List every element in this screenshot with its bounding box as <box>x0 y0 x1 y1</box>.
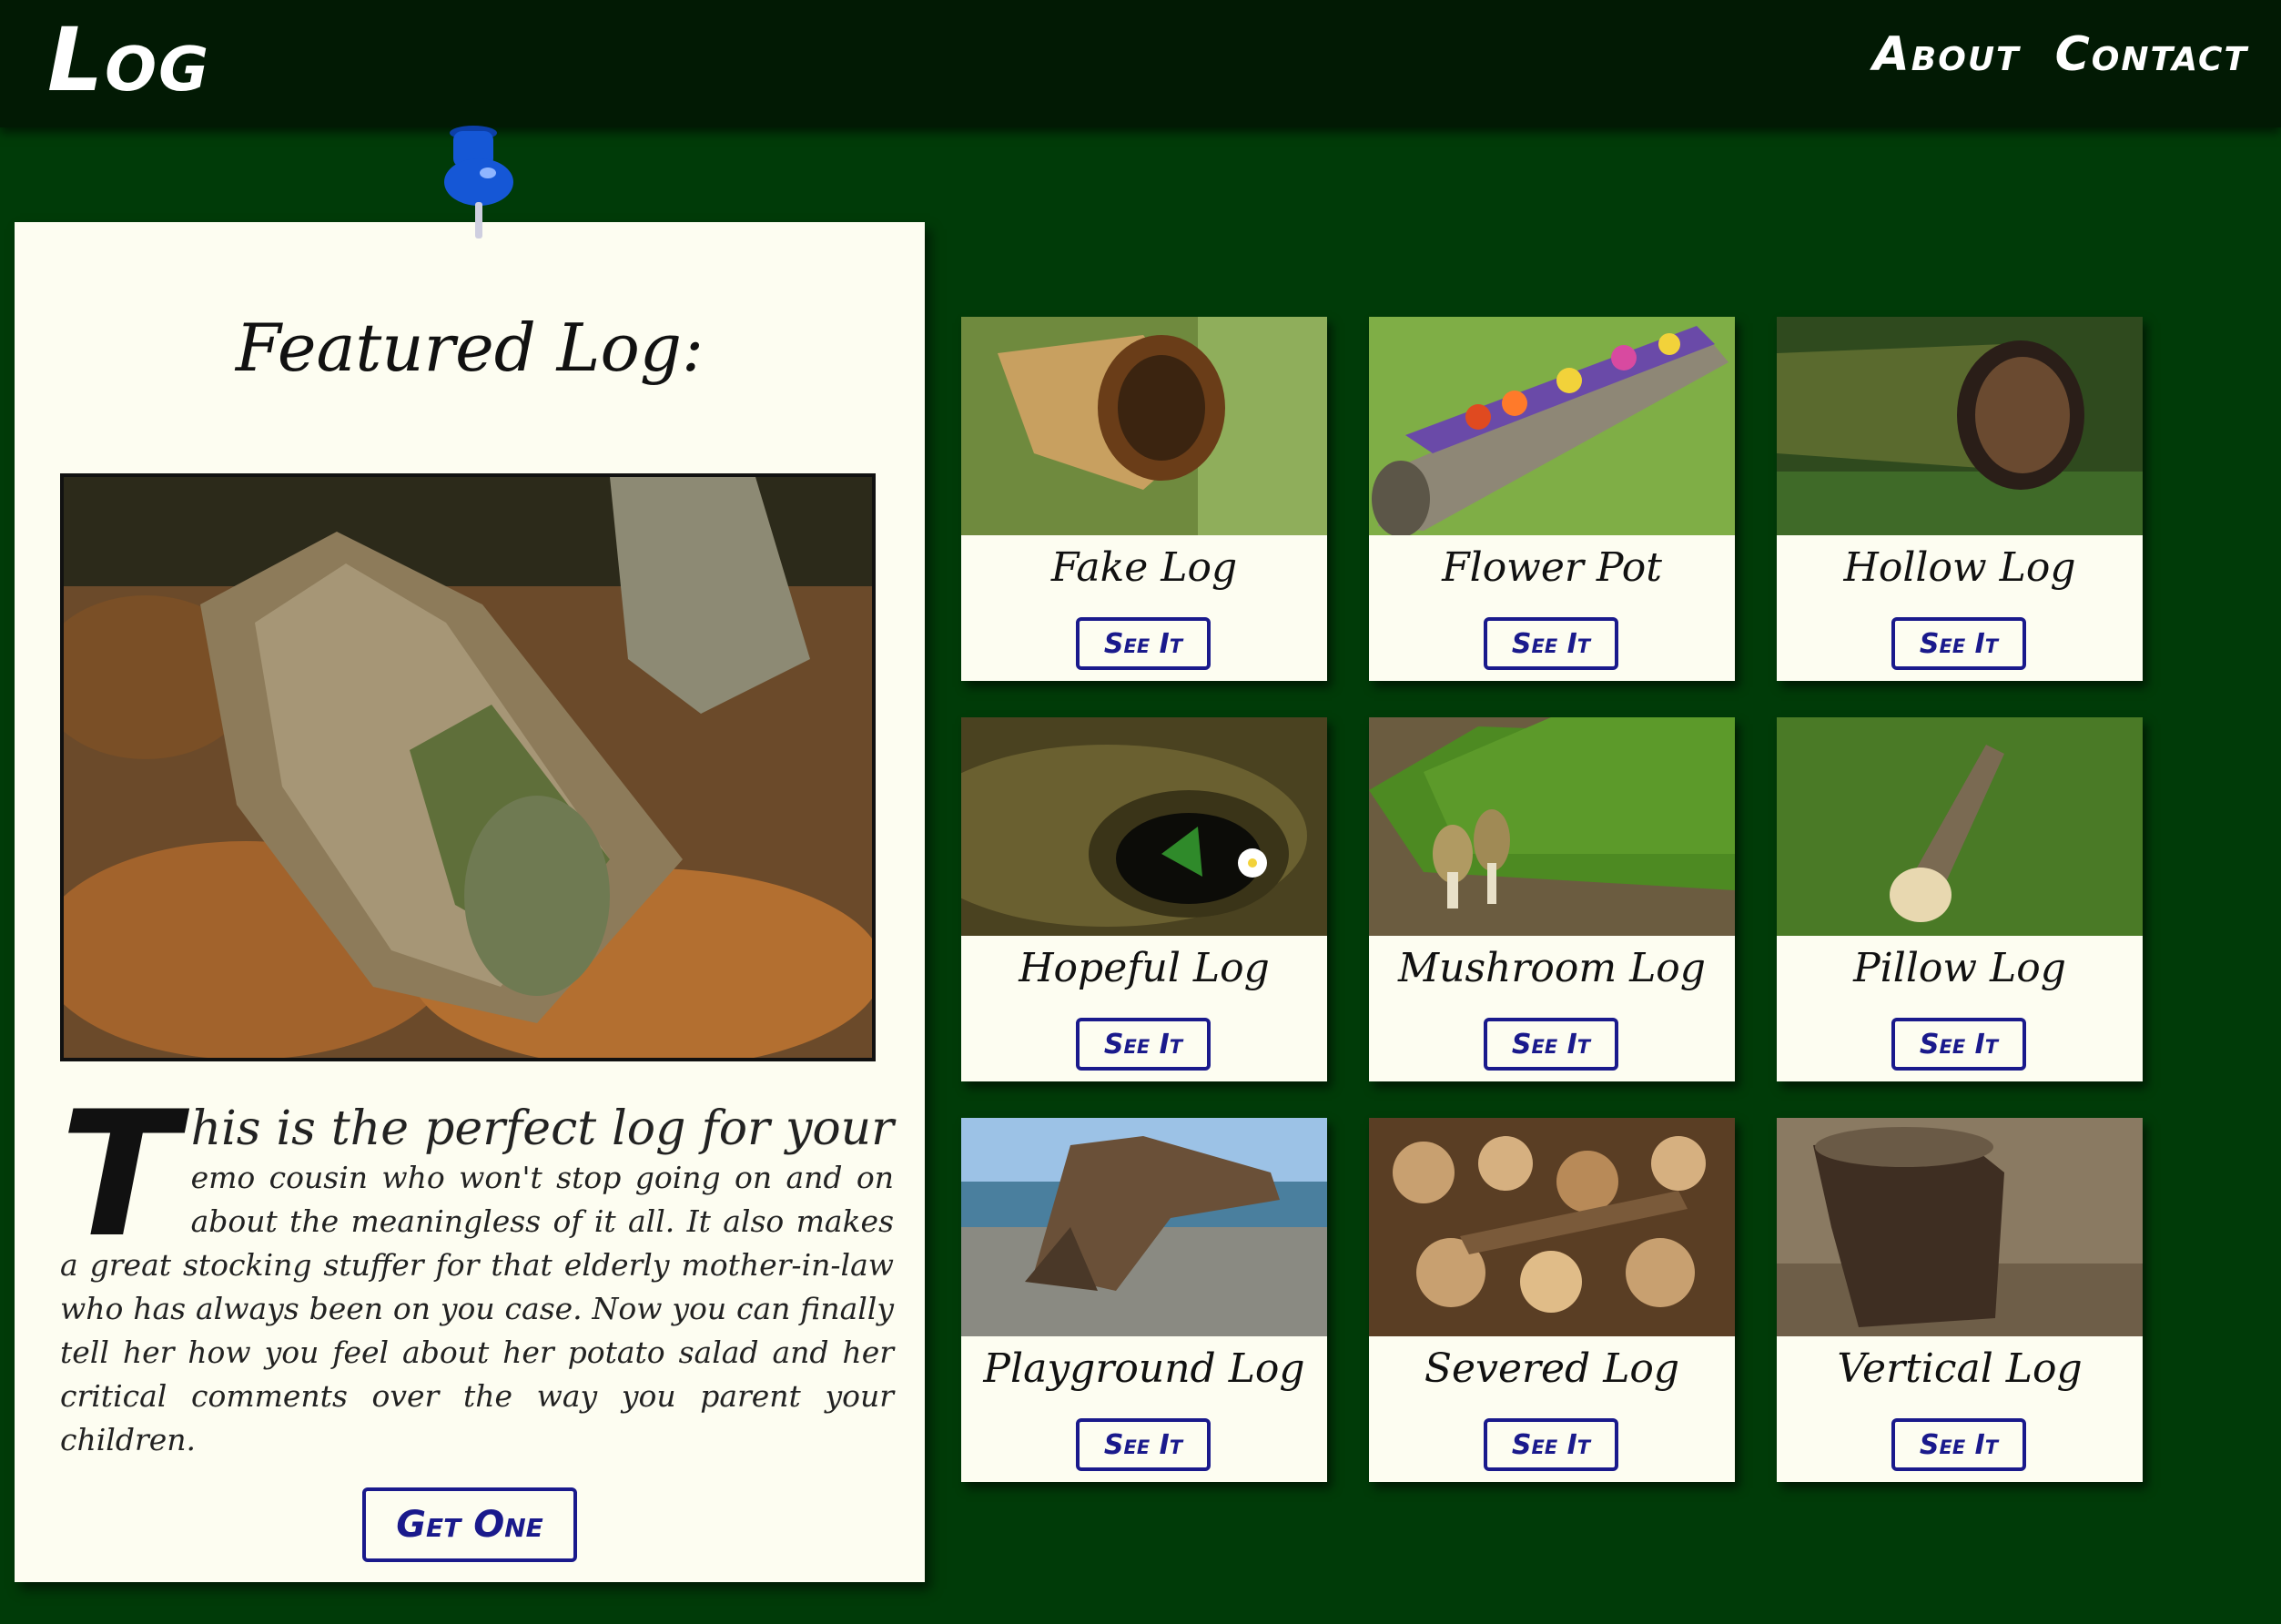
card-flower-pot-image <box>1369 317 1735 535</box>
card-hopeful-log: Hopeful Log See It <box>961 717 1327 1081</box>
push-pin-icon <box>430 126 530 244</box>
card-hollow-log: Hollow Log See It <box>1777 317 2143 681</box>
card-hollow-log-image <box>1777 317 2143 535</box>
card-title: Mushroom Log <box>1398 945 1706 991</box>
card-hopeful-log-image <box>961 717 1327 936</box>
card-playground-log-image <box>961 1118 1327 1336</box>
card-pillow-log-image <box>1777 717 2143 936</box>
get-one-button[interactable]: Get One <box>362 1487 577 1562</box>
card-title: Hollow Log <box>1843 544 2076 591</box>
card-title: Pillow Log <box>1853 945 2066 991</box>
drop-cap: T <box>60 1074 178 1275</box>
card-title: Hopeful Log <box>1019 945 1270 991</box>
card-title: Playground Log <box>983 1345 1305 1392</box>
see-it-button[interactable]: See It <box>1484 1418 1618 1471</box>
card-title: Fake Log <box>1050 544 1238 591</box>
site-logo[interactable]: Log <box>47 9 210 111</box>
card-title: Vertical Log <box>1837 1345 2083 1392</box>
card-vertical-log-image <box>1777 1118 2143 1336</box>
card-playground-log: Playground Log See It <box>961 1118 1327 1482</box>
card-fake-log: Fake Log See It <box>961 317 1327 681</box>
site-header: Log About Contact <box>0 0 2281 127</box>
see-it-button[interactable]: See It <box>1891 1418 2026 1471</box>
card-title: Flower Pot <box>1442 544 1662 591</box>
featured-log-photo <box>60 473 876 1061</box>
featured-title: Featured Log: <box>235 310 705 386</box>
see-it-button[interactable]: See It <box>1076 1418 1211 1471</box>
card-mushroom-log: Mushroom Log See It <box>1369 717 1735 1081</box>
card-flower-pot: Flower Pot See It <box>1369 317 1735 681</box>
see-it-button[interactable]: See It <box>1891 617 2026 670</box>
featured-log-card: Featured Log: T his is the perfect log f… <box>15 222 925 1582</box>
card-severed-log-image <box>1369 1118 1735 1336</box>
featured-body: emo cousin who won't stop going on and o… <box>60 1160 894 1457</box>
nav-contact-link[interactable]: Contact <box>2055 27 2248 82</box>
card-title: Severed Log <box>1424 1345 1680 1392</box>
card-severed-log: Severed Log See It <box>1369 1118 1735 1482</box>
see-it-button[interactable]: See It <box>1484 1018 1618 1071</box>
card-pillow-log: Pillow Log See It <box>1777 717 2143 1081</box>
card-mushroom-log-image <box>1369 717 1735 936</box>
see-it-button[interactable]: See It <box>1076 617 1211 670</box>
main-nav: About Contact <box>1873 27 2248 82</box>
card-vertical-log: Vertical Log See It <box>1777 1118 2143 1482</box>
see-it-button[interactable]: See It <box>1891 1018 2026 1071</box>
see-it-button[interactable]: See It <box>1484 617 1618 670</box>
featured-lead: his is the perfect log for your <box>190 1101 894 1156</box>
featured-description: T his is the perfect log for your emo co… <box>60 1074 894 1462</box>
card-fake-log-image <box>961 317 1327 535</box>
nav-about-link[interactable]: About <box>1873 27 2021 82</box>
see-it-button[interactable]: See It <box>1076 1018 1211 1071</box>
